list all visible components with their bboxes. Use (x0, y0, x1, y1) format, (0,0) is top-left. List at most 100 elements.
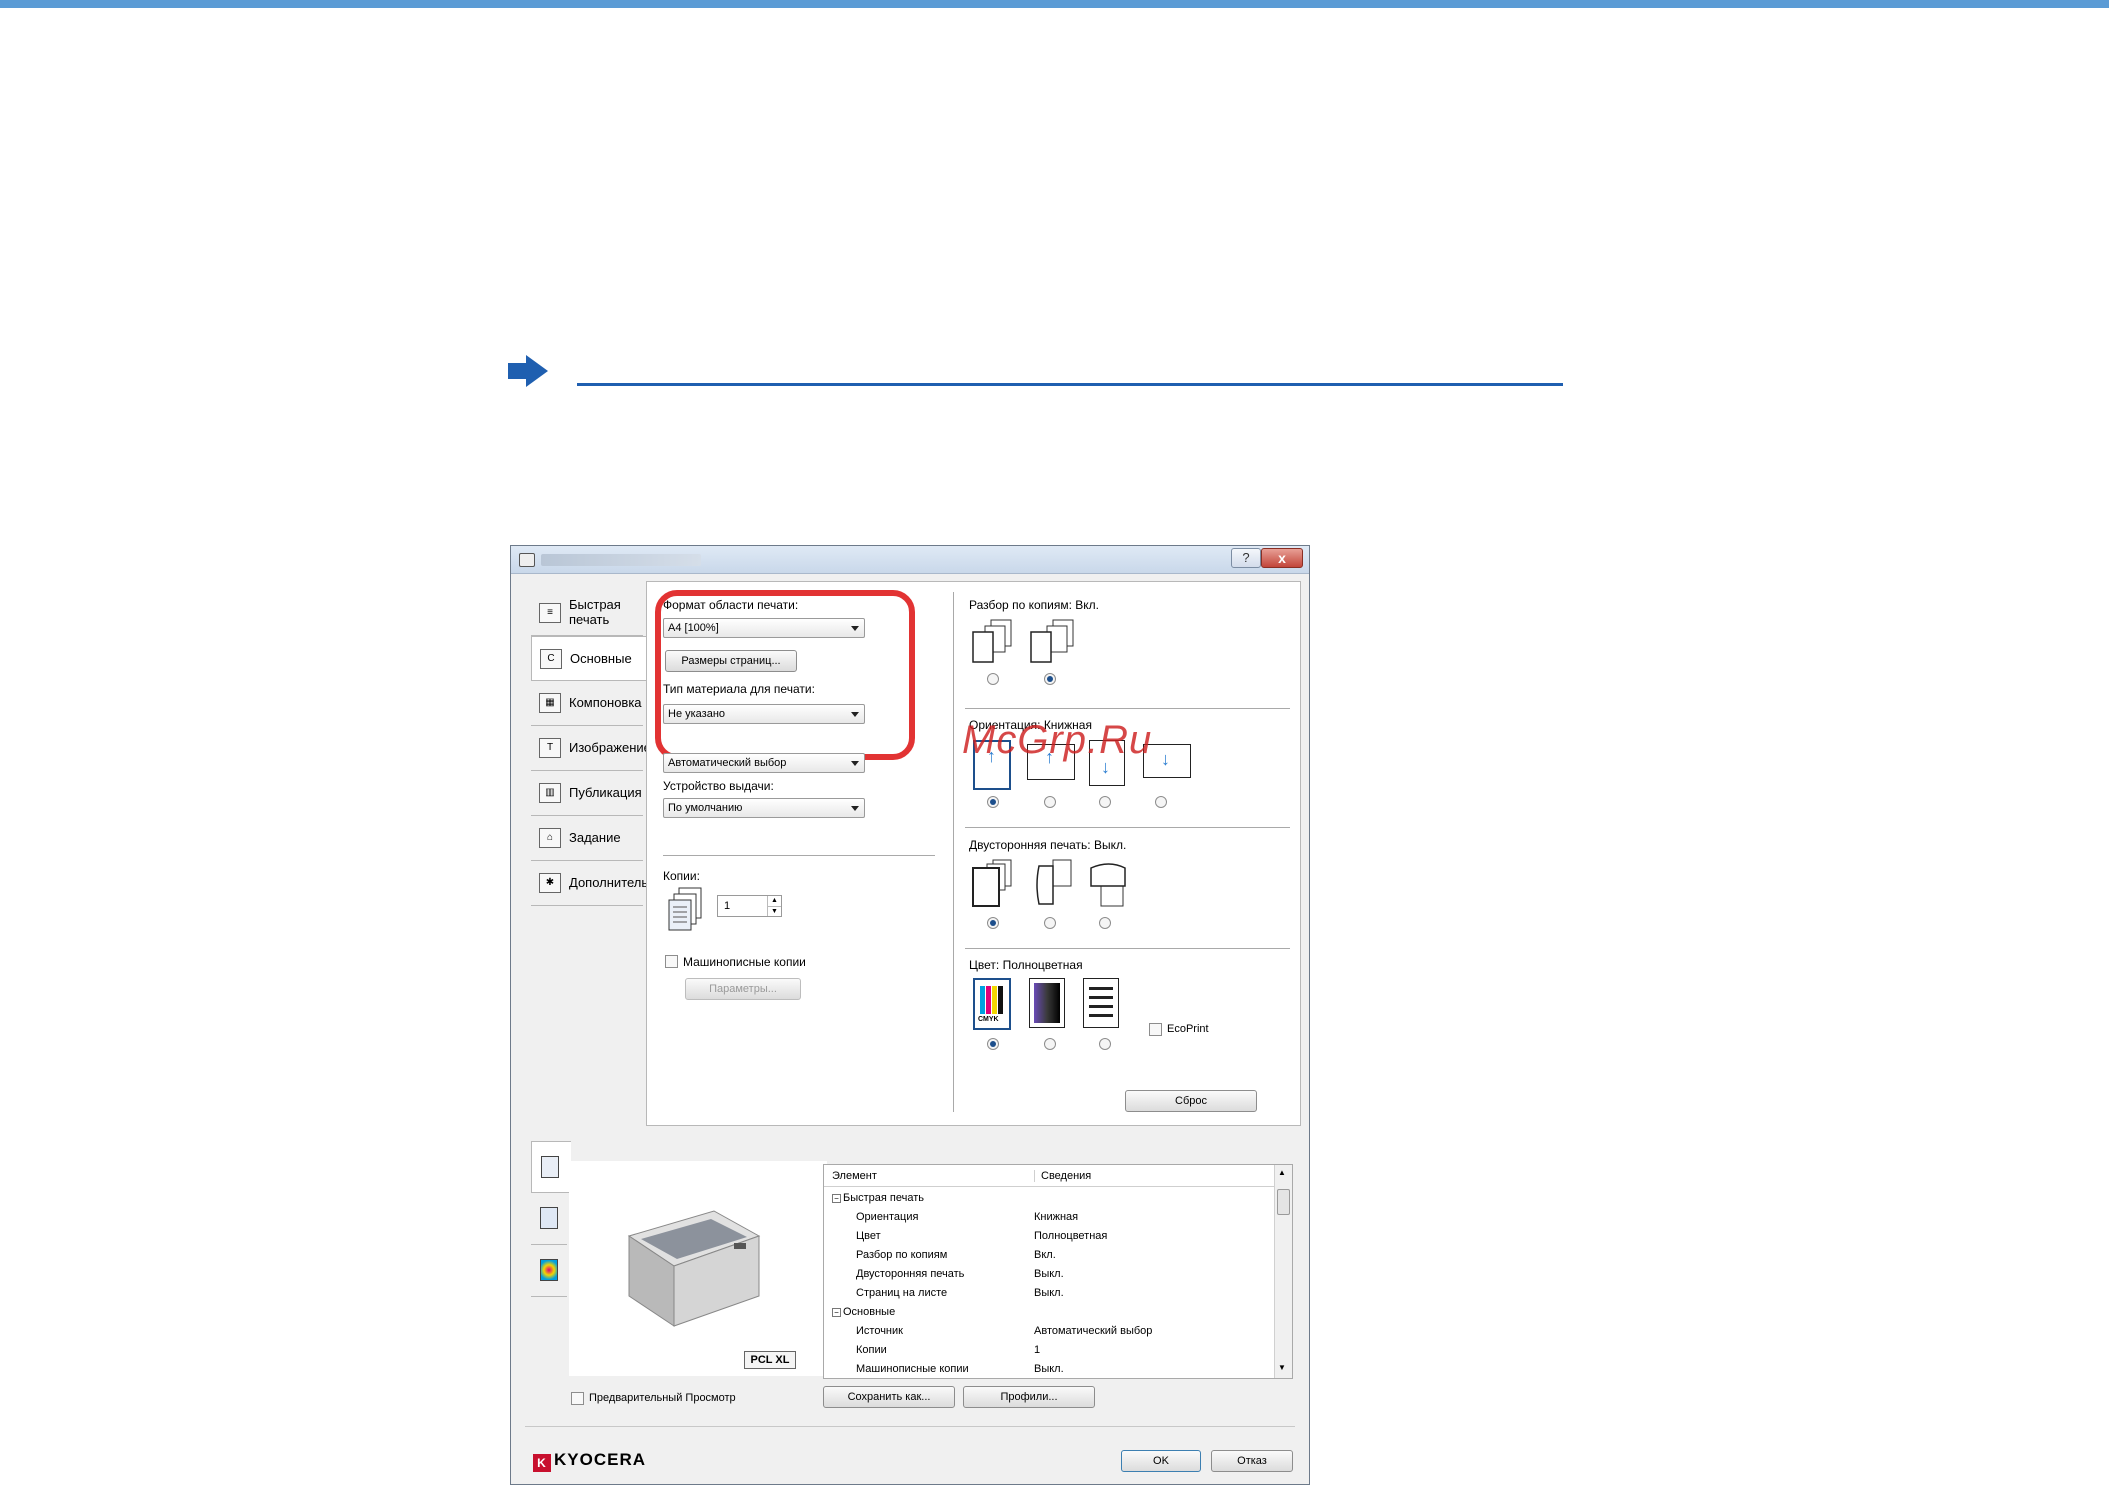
typewriter-copies-checkbox[interactable] (665, 955, 678, 968)
color-full-option[interactable]: CMYK (973, 978, 1011, 1030)
row-item-label: Двусторонняя печать (856, 1268, 965, 1280)
collate-value: Вкл. (1075, 598, 1099, 612)
column-header-details: Сведения (1034, 1170, 1091, 1182)
chevron-up-icon[interactable]: ▲ (767, 896, 781, 906)
row-value: 1 (1034, 1344, 1041, 1356)
print-area-select[interactable]: A4 [100%] (663, 618, 865, 638)
tab-basic[interactable]: C Основные (531, 636, 646, 681)
quick-print-icon: ≡ (539, 603, 561, 623)
portrait-rotated-radio[interactable] (1099, 796, 1111, 808)
mono-gradient-icon (1034, 983, 1060, 1023)
landscape-rotated-radio[interactable] (1155, 796, 1167, 808)
row-item: Страниц на листе (856, 1284, 947, 1303)
tab-advanced[interactable]: ✱ Дополнительно (531, 861, 663, 906)
link-underline[interactable] (577, 383, 1563, 386)
landscape-radio[interactable] (1044, 796, 1056, 808)
scrollbar[interactable]: ▲ ▼ (1274, 1165, 1292, 1378)
row-item: Машинописные копии (856, 1360, 969, 1378)
chevron-down-icon (851, 806, 859, 811)
duplex-short-radio[interactable] (1099, 917, 1111, 929)
preview-printer-tab[interactable] (531, 1141, 571, 1193)
ecoprint-checkbox[interactable] (1149, 1023, 1162, 1036)
row-item-label: Основные (843, 1306, 896, 1318)
printer-icon (541, 1156, 559, 1178)
collate-on-radio[interactable] (1044, 673, 1056, 685)
reset-button[interactable]: Сброс (1125, 1090, 1257, 1112)
tab-label: Изображение (569, 740, 651, 755)
preview-checkbox[interactable] (571, 1392, 584, 1405)
table-row[interactable]: Источник Автоматический выбор (824, 1322, 1274, 1341)
row-item: Цвет (856, 1227, 881, 1246)
job-icon: ⌂ (539, 828, 561, 848)
chevron-down-icon[interactable]: ▼ (767, 906, 781, 916)
table-row[interactable]: Ориентация Книжная (824, 1208, 1274, 1227)
paper-source-select[interactable]: Автоматический выбор (663, 753, 865, 773)
paper-source-value: Автоматический выбор (668, 757, 787, 769)
preview-page-tab[interactable] (531, 1193, 567, 1245)
tab-label: Задание (569, 830, 621, 845)
params-button[interactable]: Параметры... (685, 978, 801, 1000)
duplex-off-radio[interactable] (987, 917, 999, 929)
divider (965, 708, 1290, 709)
tab-layout[interactable]: ▦ Компоновка (531, 681, 643, 726)
duplex-long-radio[interactable] (1044, 917, 1056, 929)
row-item: Источник (856, 1322, 903, 1341)
column-divider (953, 592, 954, 1112)
kyocera-mark-icon: K (533, 1454, 551, 1472)
row-value: Автоматический выбор (1034, 1325, 1153, 1337)
save-as-button[interactable]: Сохранить как... (823, 1386, 955, 1408)
tab-publishing[interactable]: ▥ Публикация (531, 771, 643, 816)
table-row[interactable]: Разбор по копиям Вкл. (824, 1246, 1274, 1265)
publishing-icon: ▥ (539, 783, 561, 803)
table-row[interactable]: − Основные (824, 1303, 1274, 1322)
divider (663, 855, 935, 856)
table-row[interactable]: Двусторонняя печать Выкл. (824, 1265, 1274, 1284)
close-button[interactable]: x (1261, 548, 1303, 568)
row-item: Копии (856, 1341, 887, 1360)
layout-icon: ▦ (539, 693, 561, 713)
scroll-down-icon[interactable]: ▼ (1278, 1363, 1286, 1372)
printer-image (627, 1210, 761, 1327)
image-icon: T (539, 738, 561, 758)
page-sizes-button[interactable]: Размеры страниц... (665, 650, 797, 672)
tab-image[interactable]: T Изображение (531, 726, 651, 771)
scroll-up-icon[interactable]: ▲ (1278, 1168, 1286, 1177)
row-item: Разбор по копиям (856, 1246, 947, 1265)
table-row[interactable]: Страниц на листе Выкл. (824, 1284, 1274, 1303)
color-bw-radio[interactable] (1099, 1038, 1111, 1050)
ok-button[interactable]: OK (1121, 1450, 1201, 1472)
table-row[interactable]: Копии 1 (824, 1341, 1274, 1360)
duplex-label: Двусторонняя печать: (969, 838, 1091, 852)
chevron-down-icon (851, 712, 859, 717)
copies-stepper[interactable]: 1 ▲ ▼ (717, 895, 782, 917)
row-item-label: Разбор по копиям (856, 1249, 948, 1261)
settings-summary-list[interactable]: Элемент Сведения − Быстрая печать Ориентац… (823, 1164, 1293, 1379)
collapse-icon[interactable]: − (832, 1307, 841, 1317)
page-icon (540, 1207, 558, 1229)
output-select[interactable]: По умолчанию (663, 798, 865, 818)
color-bw-option[interactable] (1083, 978, 1119, 1028)
preview-color-tab[interactable] (531, 1245, 567, 1297)
tab-job[interactable]: ⌂ Задание (531, 816, 643, 861)
collate-off-radio[interactable] (987, 673, 999, 685)
collate-on-icon (1030, 619, 1074, 663)
copies-label: Копии: (663, 869, 700, 883)
tab-quick-print[interactable]: ≡ Быстрая печать (531, 591, 643, 636)
color-mono-radio[interactable] (1044, 1038, 1056, 1050)
title-bar[interactable]: ? x (511, 546, 1309, 574)
table-row[interactable]: − Быстрая печать (824, 1189, 1274, 1208)
table-row[interactable]: Цвет Полноцветная (824, 1227, 1274, 1246)
collapse-icon[interactable]: − (832, 1193, 841, 1203)
help-button[interactable]: ? (1231, 548, 1261, 568)
cancel-button[interactable]: Отказ (1211, 1450, 1293, 1472)
color-full-radio[interactable] (987, 1038, 999, 1050)
row-value: Выкл. (1034, 1363, 1064, 1375)
media-type-select[interactable]: Не указано (663, 704, 865, 724)
portrait-radio[interactable] (987, 796, 999, 808)
profiles-button[interactable]: Профили... (963, 1386, 1095, 1408)
color-mono-option[interactable] (1029, 978, 1065, 1028)
scroll-thumb[interactable] (1277, 1189, 1290, 1215)
brand-name: KYOCERA (554, 1450, 647, 1469)
table-row[interactable]: Машинописные копии Выкл. (824, 1360, 1274, 1378)
kyocera-logo: K KYOCERA (533, 1450, 646, 1472)
